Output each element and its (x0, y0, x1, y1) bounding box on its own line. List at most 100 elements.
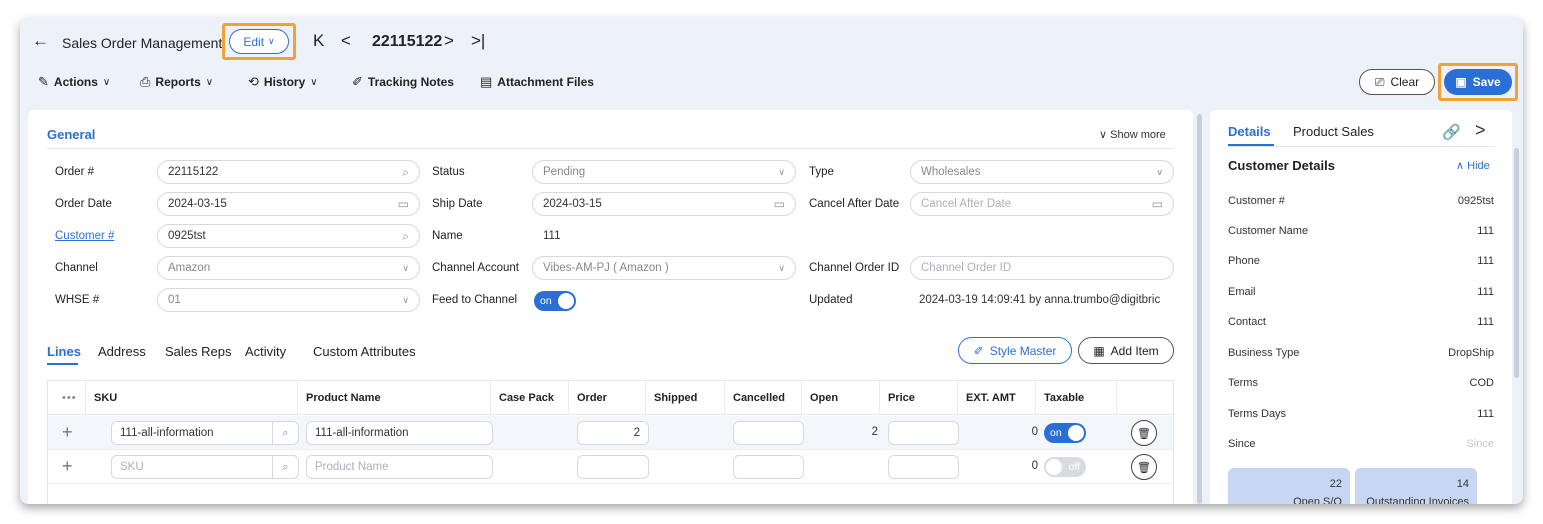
cancelled-qty-input[interactable] (733, 455, 804, 479)
add-row-icon[interactable]: + (62, 422, 73, 443)
add-row-icon[interactable]: + (62, 456, 73, 477)
status-select[interactable]: Pending ∨ (532, 160, 796, 184)
taxable-toggle[interactable]: on (1044, 423, 1086, 443)
back-arrow-icon[interactable]: ← (32, 31, 49, 51)
search-icon[interactable]: ⌕ (272, 422, 298, 444)
hide-link[interactable]: ∧ Hide (1456, 159, 1490, 172)
order-form-card: General ∨ Show more Order # 22115122 ⌕ O… (28, 110, 1193, 504)
product-name-input[interactable]: Product Name (306, 455, 493, 479)
channel-select[interactable]: Amazon ∨ (157, 256, 420, 280)
panel-scrollbar[interactable] (1514, 148, 1519, 378)
sku-value: 111-all-information (120, 427, 214, 439)
customer-number-label: Customer # (1228, 195, 1285, 207)
toggle-state-label: on (540, 295, 552, 307)
tab-lines[interactable]: Lines (47, 344, 81, 359)
save-button[interactable]: ▣ Save (1444, 69, 1512, 95)
column-header-taxable[interactable]: Taxable (1036, 381, 1117, 415)
updated-value: 2024-03-19 14:09:41 by anna.trumbo@digit… (919, 294, 1161, 306)
ship-date-field[interactable]: 2024-03-15 ▭ (532, 192, 796, 216)
tab-sales-reps[interactable]: Sales Reps (165, 344, 231, 359)
tab-custom-attributes[interactable]: Custom Attributes (313, 344, 416, 359)
search-icon[interactable]: ⌕ (402, 165, 409, 180)
reports-menu[interactable]: ⎙ Reports ∨ (140, 74, 213, 90)
delete-row-button[interactable]: 🗑 (1131, 420, 1157, 446)
column-header-shipped[interactable]: Shipped (646, 381, 725, 415)
main-scrollbar[interactable] (1197, 114, 1202, 504)
edit-mode-button[interactable]: Edit ∨ (229, 29, 289, 54)
add-item-button[interactable]: ▦ Add Item (1078, 337, 1174, 364)
next-record-icon[interactable]: > (444, 31, 454, 51)
open-orders-stat-card[interactable]: 22 Open S/O (1228, 468, 1350, 504)
order-date-field[interactable]: 2024-03-15 ▭ (157, 192, 420, 216)
column-header-order[interactable]: Order (569, 381, 646, 415)
customer-number-link[interactable]: Customer # (55, 230, 114, 242)
show-more-link[interactable]: ∨ Show more (1099, 128, 1166, 141)
tab-product-sales[interactable]: Product Sales (1293, 124, 1374, 139)
history-menu[interactable]: ⟲ History ∨ (248, 74, 318, 90)
calendar-icon[interactable]: ▭ (398, 197, 409, 211)
attachment-files-button[interactable]: ▤ Attachment Files (480, 74, 594, 90)
link-icon[interactable]: 🔗 (1442, 123, 1461, 141)
phone-value: 111 (1477, 255, 1494, 267)
column-header-open[interactable]: Open (802, 381, 880, 415)
toggle-knob (1046, 459, 1062, 475)
outstanding-invoices-stat-card[interactable]: 14 Outstanding Invoices (1355, 468, 1477, 504)
actions-menu[interactable]: ✎ Actions ∨ (38, 74, 110, 90)
tab-activity[interactable]: Activity (245, 344, 286, 359)
chevron-right-icon[interactable]: > (1475, 120, 1486, 141)
whse-label: WHSE # (55, 294, 100, 306)
column-header-case-pack[interactable]: Case Pack (491, 381, 569, 415)
style-master-button[interactable]: ✐ Style Master (958, 337, 1072, 364)
toggle-state-label: on (1050, 427, 1062, 439)
active-panel-tab-indicator (1228, 144, 1274, 146)
details-panel: Details Product Sales 🔗 > Customer Detai… (1210, 110, 1512, 504)
column-header-cancelled[interactable]: Cancelled (725, 381, 802, 415)
feed-to-channel-toggle[interactable]: on (534, 291, 576, 311)
customer-number-field[interactable]: 0925tst ⌕ (157, 224, 420, 248)
since-label: Since (1228, 438, 1256, 450)
tab-address[interactable]: Address (98, 344, 146, 359)
clear-button[interactable]: ⎚ Clear (1359, 69, 1435, 95)
column-header-product-name[interactable]: Product Name (298, 381, 491, 415)
tracking-notes-button[interactable]: ✐ Tracking Notes (352, 74, 454, 90)
cancel-after-date-field[interactable]: Cancel After Date ▭ (910, 192, 1174, 216)
order-qty-input[interactable] (577, 455, 649, 479)
delete-row-button[interactable]: 🗑 (1131, 454, 1157, 480)
last-record-icon[interactable]: >| (471, 31, 485, 51)
panel-tab-divider (1228, 146, 1494, 147)
order-qty-input[interactable]: 2 (577, 421, 649, 445)
column-header-sku[interactable]: SKU (86, 381, 298, 415)
order-number-value: 22115122 (168, 166, 219, 178)
taxable-toggle[interactable]: off (1044, 457, 1086, 477)
open-qty-value: 2 (871, 426, 878, 438)
column-header-price[interactable]: Price (880, 381, 958, 415)
sku-input[interactable]: 111-all-information ⌕ (111, 421, 299, 445)
calendar-icon[interactable]: ▭ (1152, 197, 1163, 211)
price-input[interactable] (888, 421, 959, 445)
tab-details[interactable]: Details (1228, 124, 1271, 139)
toggle-state-label: off (1068, 461, 1080, 473)
column-options-icon[interactable]: ••• (48, 381, 86, 415)
channel-order-id-field[interactable]: Channel Order ID (910, 256, 1174, 280)
search-icon[interactable]: ⌕ (272, 456, 298, 478)
order-number-field[interactable]: 22115122 ⌕ (157, 160, 420, 184)
history-icon: ⟲ (248, 74, 259, 89)
stat-value: 22 (1329, 478, 1342, 490)
product-name-input[interactable]: 111-all-information (306, 421, 493, 445)
cancelled-qty-input[interactable] (733, 421, 804, 445)
price-input[interactable] (888, 455, 959, 479)
table-row[interactable]: + 111-all-information ⌕ 111-all-informat… (48, 416, 1173, 450)
calendar-icon[interactable]: ▭ (774, 197, 785, 211)
type-select[interactable]: Wholesales ∨ (910, 160, 1174, 184)
previous-record-icon[interactable]: < (341, 31, 351, 51)
column-header-ext-amt[interactable]: EXT. AMT (958, 381, 1036, 415)
whse-select[interactable]: 01 ∨ (157, 288, 420, 312)
search-icon[interactable]: ⌕ (402, 229, 409, 244)
app-title: Sales Order Management (62, 35, 223, 51)
customer-details-title: Customer Details (1228, 158, 1335, 173)
sku-input[interactable]: SKU ⌕ (111, 455, 299, 479)
first-record-icon[interactable]: K (313, 31, 324, 51)
channel-account-select[interactable]: Vibes-AM-PJ ( Amazon ) ∨ (532, 256, 796, 280)
table-row[interactable]: + SKU ⌕ Product Name 0 off 🗑 (48, 450, 1173, 484)
channel-value: Amazon (168, 262, 211, 274)
